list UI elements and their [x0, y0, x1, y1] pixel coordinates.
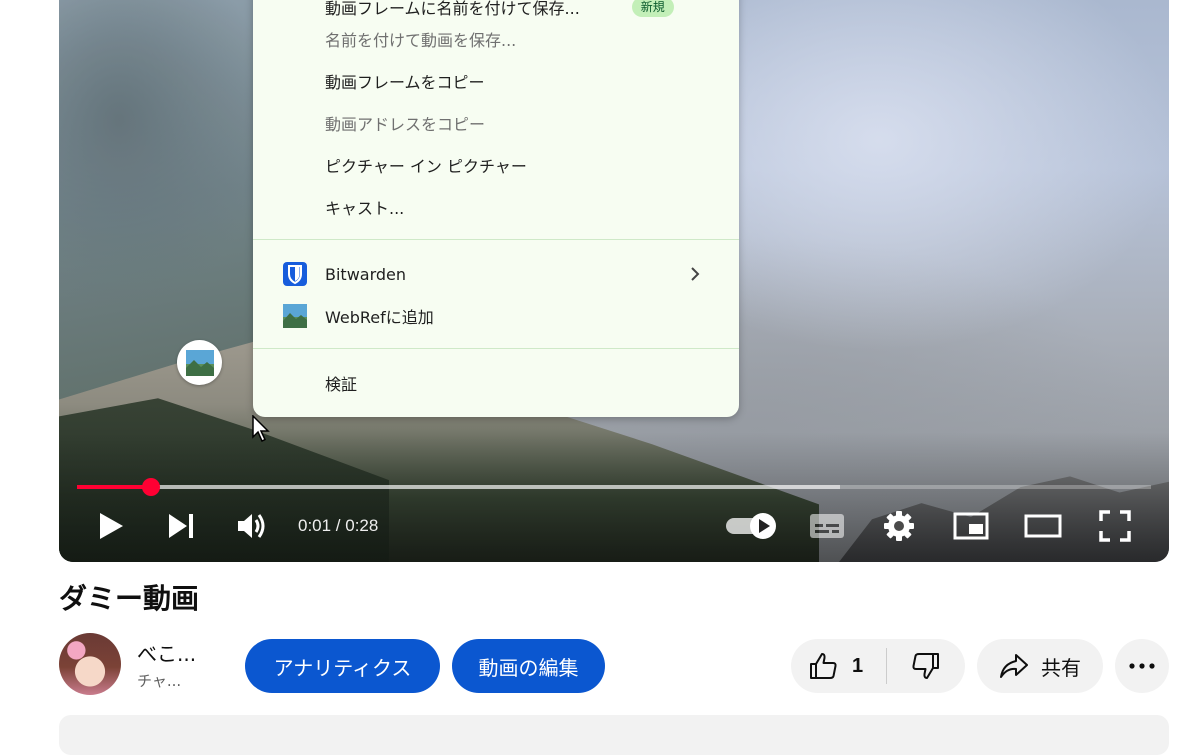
more-horizontal-icon	[1129, 663, 1155, 669]
menu-item-label: キャスト...	[325, 199, 405, 218]
edit-video-button-label: 動画の編集	[478, 655, 579, 680]
channel-name[interactable]: べこ...	[137, 640, 196, 668]
video-title: ダミー動画	[59, 582, 200, 615]
more-actions-button[interactable]	[1115, 639, 1169, 693]
miniplayer-icon	[953, 512, 989, 540]
share-arrow-icon	[1000, 654, 1028, 678]
play-button[interactable]	[89, 505, 133, 547]
progress-bar[interactable]	[77, 485, 1151, 489]
menu-item-label: WebRefに追加	[325, 308, 434, 327]
menu-item-picture-in-picture[interactable]: ピクチャー イン ピクチャー	[253, 144, 739, 186]
dislike-button[interactable]	[887, 639, 965, 693]
menu-item-label: 動画フレームをコピー	[325, 73, 485, 92]
menu-item-bitwarden[interactable]: Bitwarden	[253, 253, 739, 295]
webref-icon	[185, 349, 214, 376]
volume-button[interactable]	[229, 505, 275, 547]
autoplay-toggle-icon	[726, 513, 776, 539]
next-icon	[169, 514, 193, 538]
controls-gradient	[59, 432, 1169, 562]
menu-divider	[253, 348, 739, 349]
subtitles-button[interactable]	[805, 505, 849, 547]
webref-floating-button[interactable]	[177, 340, 222, 385]
menu-item-cast[interactable]: キャスト...	[253, 186, 739, 228]
thumbs-down-icon	[912, 653, 939, 679]
progress-played	[77, 485, 152, 489]
context-menu: 動画フレームに名前を付けて保存... 新規 名前を付けて動画を保存... 動画フ…	[253, 0, 739, 417]
analytics-button-label: アナリティクス	[273, 655, 412, 680]
share-button[interactable]: 共有	[977, 639, 1103, 693]
volume-icon	[238, 514, 265, 538]
next-button[interactable]	[159, 505, 203, 547]
settings-gear-icon	[884, 511, 914, 541]
menu-item-copy-address[interactable]: 動画アドレスをコピー	[253, 102, 739, 144]
thumbs-up-icon	[810, 653, 837, 679]
fullscreen-button[interactable]	[1093, 505, 1137, 547]
chevron-right-icon	[691, 267, 700, 281]
like-dislike-group: 1	[791, 639, 965, 693]
analytics-button[interactable]: アナリティクス	[245, 639, 440, 693]
mouse-cursor-icon	[252, 415, 270, 443]
subtitles-icon	[810, 514, 844, 538]
theater-mode-button[interactable]	[1021, 505, 1065, 547]
fullscreen-icon	[1099, 510, 1131, 542]
settings-button[interactable]	[877, 505, 921, 547]
new-badge: 新規	[631, 0, 674, 17]
bitwarden-shield-icon	[283, 262, 307, 286]
autoplay-toggle[interactable]	[723, 505, 781, 547]
menu-item-label: ピクチャー イン ピクチャー	[325, 157, 527, 176]
time-display: 0:01 / 0:28	[298, 516, 379, 535]
menu-item-label: 検証	[325, 375, 358, 394]
channel-avatar[interactable]	[59, 633, 121, 695]
menu-item-copy-frame[interactable]: 動画フレームをコピー	[253, 60, 739, 102]
channel-subtitle: チャ...	[137, 672, 182, 690]
like-button[interactable]: 1	[791, 639, 886, 693]
like-count: 1	[852, 654, 864, 677]
edit-video-button[interactable]: 動画の編集	[452, 639, 605, 693]
play-icon	[100, 513, 123, 539]
share-button-label: 共有	[1041, 655, 1081, 680]
progress-buffered	[77, 485, 840, 489]
theater-mode-icon	[1024, 514, 1062, 538]
menu-item-webref[interactable]: WebRefに追加	[253, 295, 739, 337]
description-box[interactable]	[59, 715, 1169, 755]
menu-item-label: 名前を付けて動画を保存...	[325, 31, 517, 50]
webref-icon	[283, 304, 307, 328]
miniplayer-button[interactable]	[949, 505, 993, 547]
menu-item-label: 動画アドレスをコピー	[325, 115, 486, 134]
menu-item-save-video[interactable]: 名前を付けて動画を保存...	[253, 18, 739, 60]
menu-item-label: Bitwarden	[325, 264, 407, 284]
progress-scrubber[interactable]	[142, 478, 161, 496]
menu-divider	[253, 239, 739, 240]
menu-item-inspect[interactable]: 検証	[253, 362, 739, 404]
menu-item-label: 動画フレームに名前を付けて保存...	[325, 0, 580, 18]
